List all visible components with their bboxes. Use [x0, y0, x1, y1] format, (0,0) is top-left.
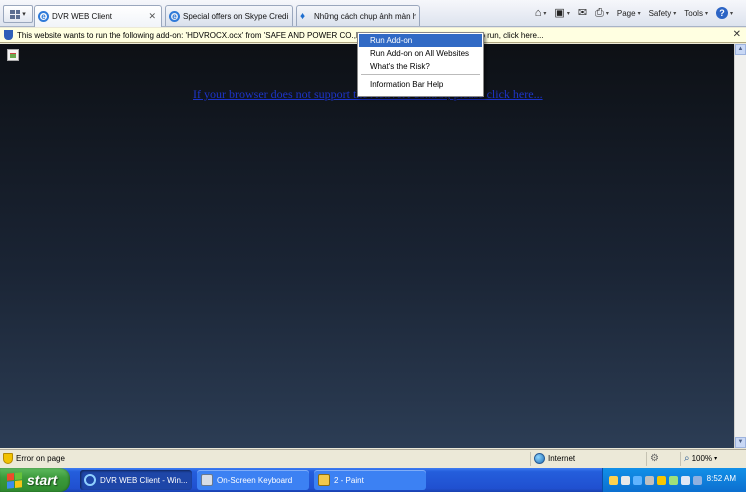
quick-tabs-icon — [10, 9, 21, 19]
status-divider — [530, 452, 531, 466]
print-button[interactable]: ⎙ ▾ — [592, 6, 612, 19]
page-menu-button[interactable]: Page ▾ — [614, 9, 644, 18]
tab-skype-offers[interactable]: e Special offers on Skype Credi... — [165, 5, 293, 26]
command-bar: ⌂ ▾ ▣ ▾ ✉ ⎙ ▾ Page ▾ Safety ▾ Tools ▾ ? ▾ — [532, 5, 736, 21]
quick-tabs-button[interactable]: ▾ — [3, 5, 33, 23]
safety-menu-label: Safety — [648, 8, 672, 18]
page-menu-label: Page — [616, 8, 636, 18]
zoom-level: 100% — [691, 454, 713, 463]
add-on-context-menu: Run Add-on Run Add-on on All Websites Wh… — [357, 32, 484, 97]
shield-icon — [4, 30, 13, 40]
status-text[interactable]: Error on page — [16, 454, 65, 463]
vertical-scrollbar[interactable]: ▲ ▼ — [734, 44, 746, 448]
tools-menu-button[interactable]: Tools ▾ — [681, 9, 711, 18]
start-button[interactable]: start — [0, 468, 70, 492]
taskbar-item-on-screen-keyboard[interactable]: On-Screen Keyboard — [197, 470, 309, 490]
tray-network-icon[interactable] — [633, 475, 642, 485]
read-mail-button[interactable]: ✉ — [575, 6, 590, 19]
tab-label: Special offers on Skype Credi... — [183, 11, 289, 21]
chevron-down-icon: ▾ — [22, 11, 26, 18]
warning-icon[interactable] — [3, 453, 13, 464]
status-bar: Error on page Internet ⚙ ⌕ 100% ▾ — [0, 449, 746, 467]
zoom-level-button[interactable]: ⌕ 100% ▾ — [684, 453, 717, 464]
help-button[interactable]: ? ▾ — [713, 7, 736, 19]
ie-icon: e — [169, 10, 180, 22]
tray-app-icon[interactable] — [609, 475, 618, 485]
help-icon: ? — [715, 7, 728, 19]
scroll-down-arrow-icon[interactable]: ▼ — [735, 437, 746, 448]
tray-settings-icon[interactable] — [645, 475, 654, 485]
tab-label: DVR WEB Client — [52, 12, 113, 21]
ie-icon — [84, 474, 96, 486]
tray-document-icon[interactable] — [621, 475, 630, 485]
security-zone[interactable]: Internet — [534, 453, 575, 464]
tray-monitor-icon[interactable] — [681, 475, 690, 485]
tab-bar: ▾ e DVR WEB Client ✕ e Special offers on… — [0, 0, 746, 27]
taskbar-item-label: On-Screen Keyboard — [217, 475, 293, 485]
status-divider — [680, 452, 681, 466]
chevron-down-icon: ▾ — [714, 456, 718, 462]
chevron-down-icon: ▾ — [566, 10, 570, 17]
close-tab-icon[interactable]: ✕ — [146, 11, 158, 22]
globe-icon — [534, 453, 545, 464]
rss-icon: ▣ — [554, 6, 565, 19]
chevron-down-icon: ▾ — [543, 10, 547, 17]
taskbar-item-paint[interactable]: 2 - Paint — [314, 470, 426, 490]
broken-image-icon — [7, 49, 19, 61]
keyboard-icon — [201, 474, 213, 486]
site-favicon-icon: ♦ — [300, 10, 306, 22]
status-divider — [646, 452, 647, 466]
system-tray: 8:52 AM — [602, 468, 746, 492]
taskbar-item-label: DVR WEB Client - Win... — [100, 475, 188, 485]
chevron-down-icon: ▾ — [673, 10, 677, 17]
windows-logo-icon — [7, 471, 22, 489]
tray-volume-icon[interactable] — [693, 475, 702, 485]
tab-screenshot-article[interactable]: ♦ Những cách chụp ảnh màn hì... — [296, 5, 420, 26]
close-icon[interactable]: ✕ — [733, 29, 741, 40]
printer-icon: ⎙ — [595, 6, 604, 19]
chevron-down-icon: ▾ — [729, 10, 733, 17]
safety-menu-button[interactable]: Safety ▾ — [646, 9, 680, 18]
chevron-down-icon: ▾ — [605, 10, 609, 17]
chevron-down-icon: ▾ — [704, 10, 708, 17]
scroll-up-arrow-icon[interactable]: ▲ — [735, 44, 746, 55]
tab-dvr-web-client[interactable]: e DVR WEB Client ✕ — [34, 5, 162, 27]
tray-security-icon[interactable] — [669, 475, 678, 485]
menu-item-run-add-on[interactable]: Run Add-on — [359, 34, 482, 47]
menu-separator — [361, 74, 480, 75]
zone-label: Internet — [548, 454, 576, 463]
menu-item-information-bar-help[interactable]: Information Bar Help — [359, 78, 482, 91]
tools-menu-label: Tools — [684, 8, 703, 18]
menu-item-whats-the-risk[interactable]: What's the Risk? — [359, 60, 482, 73]
taskbar-item-label: 2 - Paint — [334, 475, 364, 485]
ie-icon: e — [38, 11, 49, 22]
mail-icon: ✉ — [577, 6, 588, 19]
page-content: If your browser does not support the Act… — [0, 44, 734, 448]
taskbar-item-dvr-web-client[interactable]: DVR WEB Client - Win... — [80, 470, 192, 490]
protected-mode-icon[interactable]: ⚙ — [650, 453, 659, 464]
home-button[interactable]: ⌂ ▾ — [532, 6, 550, 19]
magnifier-icon: ⌕ — [684, 453, 690, 464]
chevron-down-icon: ▾ — [637, 10, 641, 17]
feeds-button[interactable]: ▣ ▾ — [551, 6, 572, 19]
menu-item-run-add-on-all-websites[interactable]: Run Add-on on All Websites — [359, 47, 482, 60]
paint-icon — [318, 474, 330, 486]
home-icon: ⌂ — [534, 6, 542, 19]
clock[interactable]: 8:52 AM — [707, 474, 736, 483]
start-label: start — [27, 472, 58, 488]
tray-star-icon[interactable] — [657, 475, 666, 485]
taskbar: start DVR WEB Client - Win... On-Screen … — [0, 468, 746, 492]
tab-label: Những cách chụp ảnh màn hì... — [314, 11, 416, 21]
